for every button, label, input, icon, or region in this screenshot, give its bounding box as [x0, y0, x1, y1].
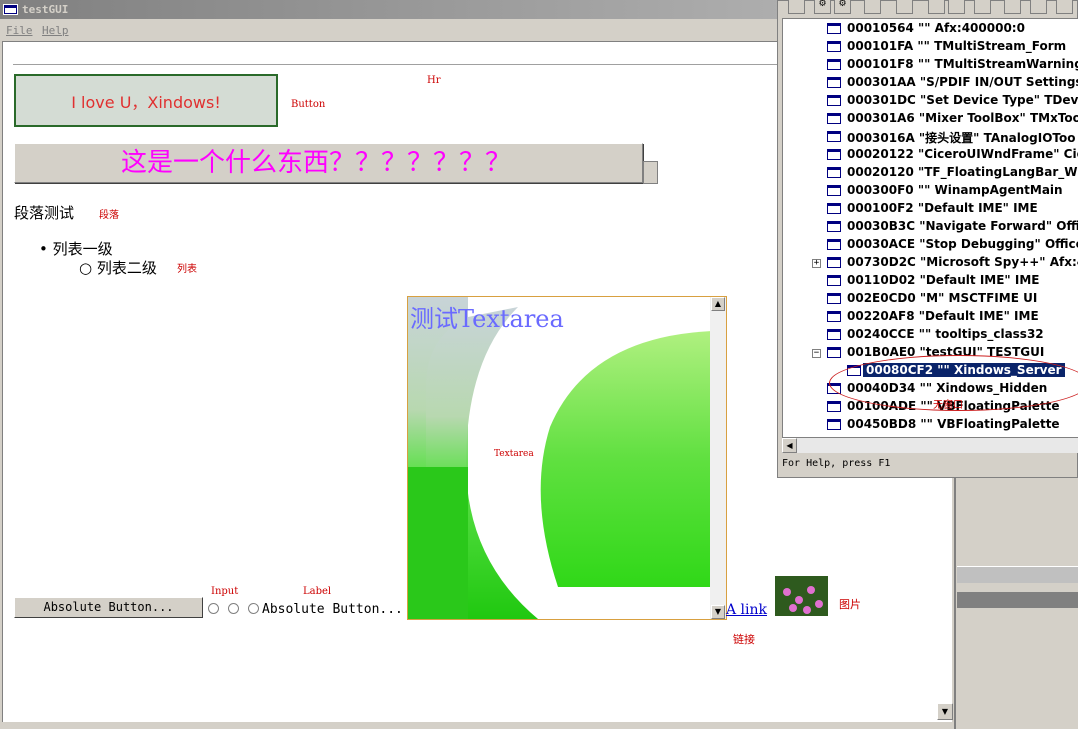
toolbar-page-icon[interactable] [948, 0, 965, 14]
toolbar-gear-icon[interactable]: ⚙ [814, 0, 831, 14]
flower-image [775, 576, 828, 616]
main-scroll-down-icon[interactable]: ▼ [937, 703, 953, 720]
toolbar-binoculars-icon[interactable] [1030, 0, 1047, 14]
big-text-bar: 这是一个什么东西？？？？？？？ [14, 143, 643, 183]
toolbar-binoculars-icon[interactable] [896, 0, 913, 14]
spy-toolbar: ⚙ ⚙ [778, 0, 1078, 17]
toolbar-binoculars-icon[interactable] [1004, 0, 1021, 14]
status-bar: For Help, press F1 [782, 458, 891, 469]
textarea-heading: 测试Textarea [410, 305, 564, 333]
a-link[interactable]: A link [726, 602, 767, 618]
link-label: 链接 [733, 633, 755, 646]
textarea[interactable]: 测试Textarea Textarea ▲ ▼ [407, 296, 727, 620]
menu-file[interactable]: File [6, 24, 33, 37]
collapse-minus-icon[interactable]: − [812, 349, 821, 358]
background-window-bar [957, 566, 1078, 583]
window-title: testGUI [22, 3, 69, 16]
tree-horizontal-scrollbar[interactable]: ◀ [782, 438, 1078, 453]
absolute-text: Absolute Button... [262, 602, 403, 617]
radio-button[interactable] [248, 603, 259, 614]
toolbar-find-icon[interactable] [864, 0, 881, 14]
textarea-scrollbar[interactable]: ▲ ▼ [710, 297, 726, 619]
image-label: 图片 [839, 598, 861, 611]
menu-help[interactable]: Help [42, 24, 69, 37]
list-label: 列表 [177, 264, 197, 275]
textarea-label: Textarea [492, 449, 536, 459]
label-label: Label [303, 586, 332, 597]
radio-button[interactable] [208, 603, 219, 614]
hr-label: Hr [427, 75, 441, 86]
list-item-level2: ○ 列表二级 [79, 259, 157, 277]
button-label: Button [291, 99, 326, 110]
spy-window: ⚙ ⚙ 00010564 "" Afx:400000:0 000101FA ""… [777, 0, 1078, 478]
list-item-level1: • 列表一级 [39, 240, 113, 258]
app-icon [3, 4, 18, 15]
expand-plus-icon[interactable]: + [812, 259, 821, 268]
background-window-bar [957, 592, 1078, 608]
scroll-left-arrow-icon[interactable]: ◀ [782, 438, 797, 453]
toolbar-close-icon[interactable] [974, 0, 991, 14]
toolbar-binoculars-icon[interactable] [1056, 0, 1073, 14]
radio-button[interactable] [228, 603, 239, 614]
scroll-down-arrow-icon[interactable]: ▼ [711, 605, 725, 619]
i-love-u-button[interactable]: I love U，Xindows! [14, 74, 278, 127]
absolute-button[interactable]: Absolute Button... [14, 597, 203, 618]
paragraph-text: 段落测试 [14, 204, 75, 222]
scroll-up-arrow-icon[interactable]: ▲ [711, 297, 725, 311]
textarea-background-graphic [408, 297, 712, 619]
toolbar-page-icon[interactable] [928, 0, 945, 14]
toolbar-gear-icon[interactable]: ⚙ [834, 0, 851, 14]
window-tree[interactable]: 00010564 "" Afx:400000:0 000101FA "" TMu… [782, 18, 1078, 438]
big-bar-tab [643, 161, 658, 184]
paragraph-label: 段落 [99, 210, 119, 221]
annotation-text: 无窗口 [933, 400, 963, 411]
input-label: Input [211, 586, 239, 597]
toolbar-window-icon[interactable] [788, 0, 805, 14]
